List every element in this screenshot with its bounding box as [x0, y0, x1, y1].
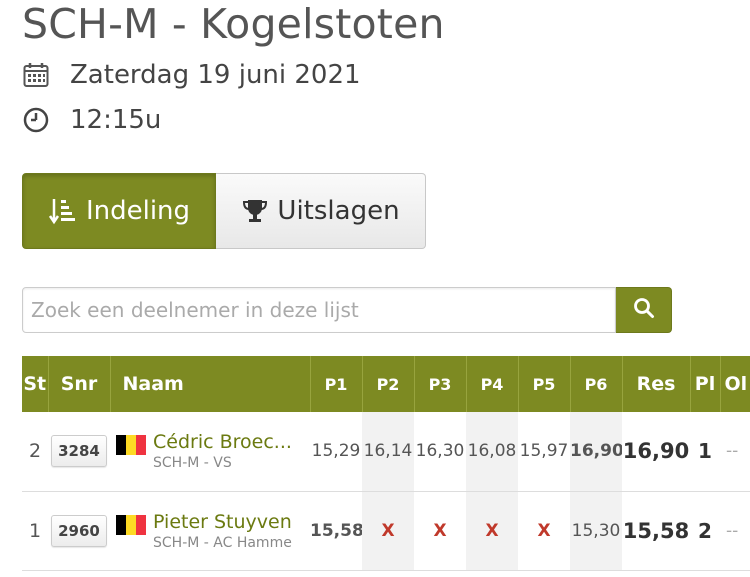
trophy-icon: [241, 197, 269, 225]
clock-icon: [22, 106, 50, 134]
athlete-cell: Cédric Broec... SCH-M - VS: [110, 412, 310, 491]
table-row: 1 2960 Pieter Stuyven SCH-M - AC Hamme 1…: [22, 491, 750, 570]
bib-number: 2960: [51, 514, 107, 547]
view-tabs: Indeling Uitslagen: [22, 173, 426, 249]
ol-value: --: [726, 441, 739, 462]
attempt-p3: 16,30: [415, 441, 465, 462]
ol-value: --: [726, 520, 739, 541]
col-header-p1[interactable]: P1: [310, 356, 363, 412]
attempt-p6: 16,90: [570, 412, 622, 491]
bib-number: 3284: [51, 435, 107, 468]
attempt-p1: 15,29: [311, 441, 361, 462]
event-time: 12:15u: [22, 105, 161, 135]
attempt-p5: X: [537, 520, 551, 541]
athlete-name-link[interactable]: Cédric Broec...: [153, 431, 292, 453]
col-header-p4[interactable]: P4: [466, 356, 519, 412]
bib-cell: 3284: [48, 412, 110, 491]
col-header-p2[interactable]: P2: [362, 356, 415, 412]
search-icon: [633, 297, 655, 323]
col-header-snr[interactable]: Snr: [48, 356, 111, 412]
result: 15,58: [622, 518, 690, 543]
col-header-st[interactable]: St: [22, 356, 49, 412]
table-row: 2 3284 Cédric Broec... SCH-M - VS 15,29 …: [22, 412, 750, 491]
start-order: 2: [28, 440, 42, 463]
tab-indeling-label: Indeling: [85, 196, 191, 226]
participant-search: [22, 287, 672, 333]
tab-indeling[interactable]: Indeling: [22, 173, 216, 249]
bib-cell: 2960: [48, 491, 110, 570]
col-header-p6[interactable]: P6: [570, 356, 623, 412]
attempt-p3: X: [433, 520, 447, 541]
sort-list-icon: [48, 196, 78, 226]
place: 1: [698, 439, 712, 464]
attempt-p6: 15,30: [570, 491, 622, 570]
attempt-p5: 15,97: [519, 441, 569, 462]
calendar-icon: [22, 61, 50, 89]
attempt-p1: 15,58: [310, 520, 362, 541]
belgium-flag-icon: [116, 514, 146, 535]
start-order: 1: [28, 519, 42, 542]
event-date: Zaterdag 19 juni 2021: [22, 60, 361, 90]
results-table-wrapper: St Snr Naam P1 P2 P3 P4 P5 P6 Res Pl Ol …: [22, 356, 750, 571]
table-header-row: St Snr Naam P1 P2 P3 P4 P5 P6 Res Pl Ol: [22, 356, 750, 412]
place: 2: [698, 518, 712, 543]
event-date-text: Zaterdag 19 juni 2021: [70, 60, 361, 90]
page-title: SCH-M - Kogelstoten: [22, 0, 445, 48]
attempt-p2: 16,14: [362, 412, 414, 491]
attempt-p4: 16,08: [466, 412, 518, 491]
col-header-ol[interactable]: Ol: [720, 356, 750, 412]
athlete-cell: Pieter Stuyven SCH-M - AC Hamme: [110, 491, 310, 570]
col-header-res[interactable]: Res: [622, 356, 691, 412]
tab-uitslagen[interactable]: Uitslagen: [216, 173, 426, 249]
search-button[interactable]: [616, 287, 672, 333]
attempt-p2: X: [362, 491, 414, 570]
tab-uitslagen-label: Uitslagen: [277, 196, 400, 226]
belgium-flag-icon: [116, 435, 146, 456]
result: 16,90: [622, 439, 690, 464]
col-header-p3[interactable]: P3: [414, 356, 467, 412]
athlete-club: SCH-M - VS: [153, 455, 232, 472]
search-input[interactable]: [22, 287, 616, 333]
attempt-p4: X: [466, 491, 518, 570]
col-header-p5[interactable]: P5: [518, 356, 571, 412]
athlete-name-link[interactable]: Pieter Stuyven: [153, 511, 292, 533]
results-table: St Snr Naam P1 P2 P3 P4 P5 P6 Res Pl Ol …: [22, 356, 750, 571]
athlete-club: SCH-M - AC Hamme: [153, 534, 292, 551]
event-time-text: 12:15u: [70, 105, 162, 135]
col-header-pl[interactable]: Pl: [690, 356, 721, 412]
col-header-naam[interactable]: Naam: [110, 356, 311, 412]
